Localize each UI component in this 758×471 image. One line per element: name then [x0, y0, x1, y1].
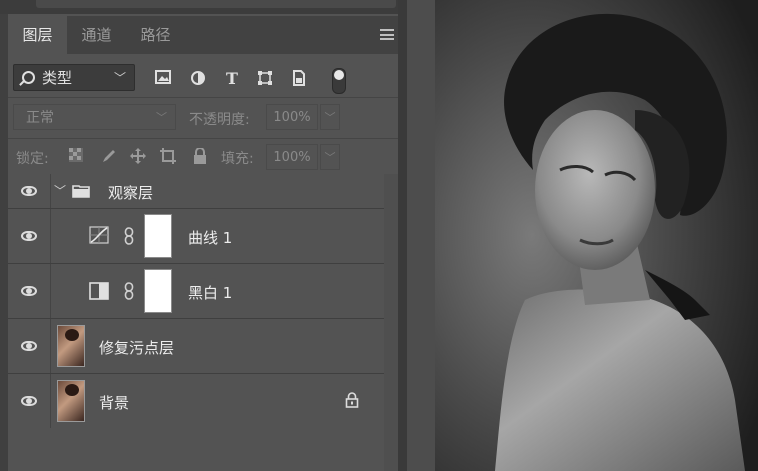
scrollbar[interactable]	[36, 0, 396, 8]
black-white-adjustment-icon	[89, 282, 109, 304]
filter-kind-select[interactable]: 类型 ﹀	[13, 64, 135, 91]
eye-visibility-icon[interactable]	[21, 341, 37, 351]
layer-row-background[interactable]: 背景	[8, 374, 384, 429]
layer-row-curves[interactable]: 曲线 1	[8, 209, 384, 264]
panel-tabs: 图层 通道 路径	[8, 16, 406, 54]
opacity-label: 不透明度:	[189, 112, 250, 128]
filter-row: 类型 ﹀ T	[8, 60, 398, 96]
shape-filter-icon[interactable]	[256, 70, 274, 88]
lock-image-pixels-icon[interactable]	[101, 148, 117, 164]
image-filter-icon[interactable]	[154, 70, 172, 88]
panel-top-strip	[0, 0, 407, 14]
divider	[8, 97, 398, 98]
eye-visibility-icon[interactable]	[21, 231, 37, 241]
layer-name: 曲线 1	[188, 229, 233, 247]
lock-artboard-icon[interactable]	[160, 148, 176, 164]
lock-transparent-pixels-icon[interactable]	[68, 148, 84, 164]
lock-label: 锁定:	[16, 151, 49, 167]
layers-empty-area	[8, 428, 384, 471]
chevron-down-icon[interactable]: ﹀	[54, 182, 66, 199]
blend-mode-value: 正常	[26, 110, 54, 126]
filter-kind-label: 类型	[42, 69, 73, 87]
canvas-pasteboard	[407, 0, 435, 471]
layers-panel: 图层 通道 路径 类型 ﹀ T 正常 ﹀ 不透明度: 100% ﹀ 锁定: 填充…	[0, 0, 407, 471]
layers-scrollbar-track[interactable]	[384, 174, 398, 471]
portrait-image	[435, 0, 758, 471]
chevron-down-icon: ﹀	[156, 111, 167, 124]
layer-name: 背景	[99, 394, 130, 412]
tab-paths[interactable]: 路径	[126, 16, 185, 54]
adjustment-filter-icon[interactable]	[189, 70, 207, 88]
layer-name: 修复污点层	[99, 339, 175, 357]
divider	[8, 138, 398, 139]
lock-icon[interactable]	[345, 392, 359, 412]
blend-mode-select[interactable]: 正常 ﹀	[13, 104, 176, 130]
link-icon[interactable]	[124, 227, 134, 245]
chevron-down-icon: ﹀	[113, 71, 126, 85]
filter-toggle[interactable]	[332, 68, 346, 94]
layer-name: 黑白 1	[188, 284, 233, 302]
tab-channels[interactable]: 通道	[67, 16, 126, 54]
layer-mask-thumbnail[interactable]	[144, 269, 172, 313]
eye-visibility-icon[interactable]	[21, 186, 37, 196]
layer-thumbnail[interactable]	[57, 380, 85, 422]
fill-label: 填充:	[221, 151, 254, 167]
smart-object-filter-icon[interactable]	[290, 70, 308, 88]
type-filter-icon[interactable]: T	[223, 70, 241, 88]
eye-visibility-icon[interactable]	[21, 286, 37, 296]
layer-row-spot-heal[interactable]: 修复污点层	[8, 319, 384, 374]
lock-position-icon[interactable]	[130, 148, 146, 164]
layer-row-group[interactable]: ﹀ 观察层	[8, 174, 384, 209]
lock-all-icon[interactable]	[192, 147, 208, 164]
search-icon	[22, 71, 35, 84]
opacity-field[interactable]: 100%	[266, 104, 318, 130]
tab-layers[interactable]: 图层	[8, 16, 67, 54]
layer-thumbnail[interactable]	[57, 325, 85, 367]
link-icon[interactable]	[124, 282, 134, 300]
folder-icon	[72, 183, 90, 202]
layer-mask-thumbnail[interactable]	[144, 214, 172, 258]
panel-left-edge	[0, 14, 8, 471]
curves-adjustment-icon	[89, 226, 109, 248]
fill-dropdown-button[interactable]: ﹀	[320, 144, 340, 170]
fill-field[interactable]: 100%	[266, 144, 318, 170]
opacity-dropdown-button[interactable]: ﹀	[320, 104, 340, 130]
canvas-image[interactable]	[435, 0, 758, 471]
layer-name: 观察层	[108, 184, 154, 202]
panel-menu-icon[interactable]	[380, 29, 394, 40]
layer-row-black-white[interactable]: 黑白 1	[8, 264, 384, 319]
eye-visibility-icon[interactable]	[21, 396, 37, 406]
panel-divider	[398, 0, 407, 471]
